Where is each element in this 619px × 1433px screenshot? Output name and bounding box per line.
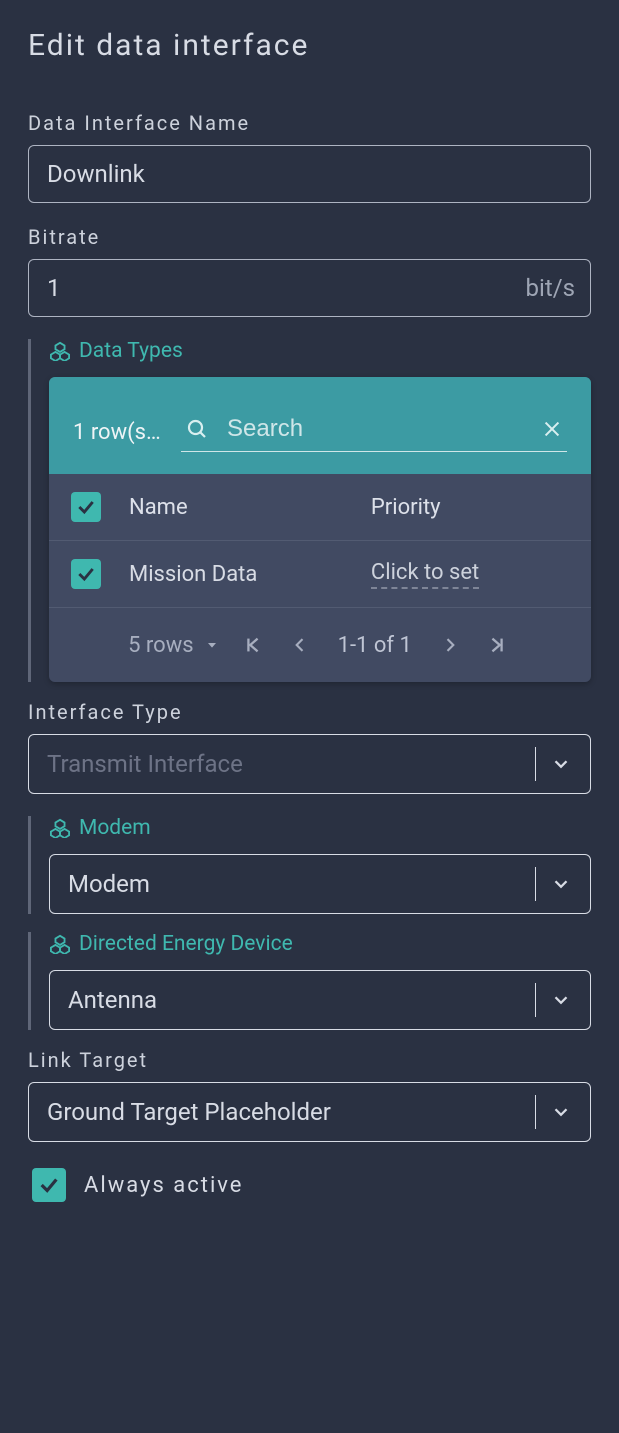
link-target-value: Ground Target Placeholder xyxy=(47,1098,521,1126)
page-size-label: 5 rows xyxy=(128,633,194,658)
chevron-down-icon xyxy=(204,637,220,653)
row-priority-cell[interactable]: Click to set xyxy=(371,560,479,589)
search-icon xyxy=(181,413,213,445)
name-input[interactable] xyxy=(28,145,591,203)
always-active-checkbox[interactable] xyxy=(32,1168,66,1202)
pager-first-button[interactable] xyxy=(238,630,268,660)
ded-header: Directed Energy Device xyxy=(49,932,591,956)
pager-last-button[interactable] xyxy=(482,630,512,660)
ded-select[interactable]: Antenna xyxy=(49,970,591,1030)
bitrate-input[interactable] xyxy=(28,259,591,317)
name-label: Data Interface Name xyxy=(28,111,591,135)
interface-type-value: Transmit Interface xyxy=(47,750,521,778)
interface-type-label: Interface Type xyxy=(28,700,591,724)
boxes-icon xyxy=(49,818,71,838)
search-input[interactable] xyxy=(227,415,537,443)
modem-value: Modem xyxy=(68,870,521,898)
page-size-select[interactable]: 5 rows xyxy=(128,633,220,658)
link-target-select[interactable]: Ground Target Placeholder xyxy=(28,1082,591,1142)
table-row: Mission Data Click to set xyxy=(49,541,591,608)
chevron-down-icon xyxy=(550,753,590,775)
select-all-checkbox[interactable] xyxy=(71,492,101,522)
data-types-label: Data Types xyxy=(79,339,183,363)
chevron-down-icon xyxy=(550,873,590,895)
data-types-card: 1 row(s) … xyxy=(49,377,591,682)
column-header-priority[interactable]: Priority xyxy=(371,495,569,520)
chevron-down-icon xyxy=(550,1101,590,1123)
boxes-icon xyxy=(49,341,71,361)
data-types-header: Data Types xyxy=(49,339,591,363)
interface-type-select[interactable]: Transmit Interface xyxy=(28,734,591,794)
row-checkbox[interactable] xyxy=(71,559,101,589)
modem-label: Modem xyxy=(79,816,151,840)
modem-header: Modem xyxy=(49,816,591,840)
column-header-name[interactable]: Name xyxy=(129,495,347,520)
link-target-label: Link Target xyxy=(28,1048,591,1072)
always-active-label: Always active xyxy=(84,1173,243,1198)
clear-search-button[interactable] xyxy=(537,414,567,444)
pager-info: 1-1 of 1 xyxy=(338,633,412,658)
boxes-icon xyxy=(49,934,71,954)
row-name-cell: Mission Data xyxy=(129,562,347,587)
ded-label: Directed Energy Device xyxy=(79,932,293,956)
pager-next-button[interactable] xyxy=(436,631,464,659)
page-title: Edit data interface xyxy=(28,28,591,63)
chevron-down-icon xyxy=(550,989,590,1011)
ded-value: Antenna xyxy=(68,986,521,1014)
bitrate-label: Bitrate xyxy=(28,225,591,249)
rows-selected-text: 1 row(s) … xyxy=(73,420,163,445)
pager-prev-button[interactable] xyxy=(286,631,314,659)
modem-select[interactable]: Modem xyxy=(49,854,591,914)
